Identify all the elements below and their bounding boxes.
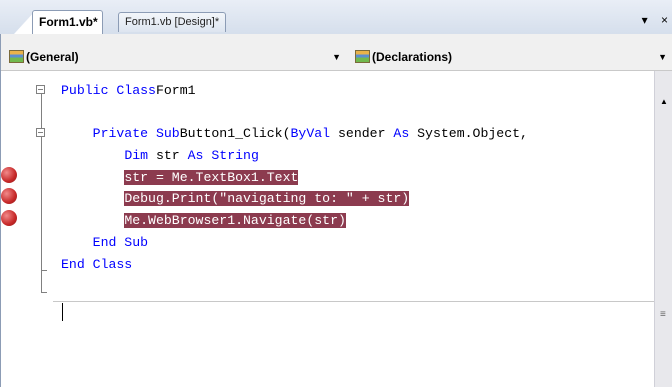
keyword-token: As	[187, 148, 204, 164]
outline-end-marker	[41, 292, 47, 293]
tab-list-dropdown-icon[interactable]: ▾	[642, 13, 648, 27]
outline-end-marker	[41, 270, 47, 271]
code-token: Debug.Print("navigating to: " + str)	[124, 191, 410, 207]
code-editor[interactable]: Public ClassForm1 Private SubButton1_Cli…	[1, 71, 655, 387]
document-tab-strip: Form1.vb* Form1.vb [Design]* ▾ ×	[0, 0, 672, 38]
scroll-grip-icon[interactable]: ≡	[660, 309, 666, 320]
collapse-sub-icon[interactable]	[36, 128, 45, 137]
code-line[interactable]: Dim str As String	[61, 145, 528, 167]
tabstrip-controls: ▾ ×	[632, 13, 668, 27]
scroll-up-icon[interactable]: ▲	[660, 97, 668, 106]
close-icon[interactable]: ×	[661, 13, 668, 27]
outline-line	[41, 94, 42, 292]
keyword-token: End Class	[61, 256, 133, 272]
code-line[interactable]: End Sub	[61, 232, 528, 254]
code-token: Me.WebBrowser1.Navigate(str)	[124, 213, 346, 229]
chevron-down-icon[interactable]: ▼	[658, 49, 667, 65]
code-line[interactable]: Debug.Print("navigating to: " + str)	[61, 188, 528, 210]
class-combo-value: (General)	[26, 50, 79, 64]
code-text[interactable]: Public ClassForm1 Private SubButton1_Cli…	[61, 80, 528, 275]
code-token: str	[148, 148, 188, 164]
tab-form1-design[interactable]: Form1.vb [Design]*	[118, 12, 227, 32]
code-tokens: End Class	[61, 257, 132, 272]
member-combo-value: (Declarations)	[372, 50, 453, 64]
tab-form1-code[interactable]: Form1.vb*	[32, 10, 103, 34]
procedure-separator	[53, 301, 655, 302]
method-name-combo[interactable]: (Declarations) ▼	[355, 49, 672, 65]
chevron-down-icon[interactable]: ▼	[332, 49, 341, 65]
code-token: sender	[330, 126, 394, 142]
keyword-token: As	[393, 126, 410, 142]
code-line[interactable]: Private SubButton1_Click(ByVal sender As…	[61, 123, 528, 145]
class-name-combo[interactable]: (General) ▼	[9, 49, 347, 65]
breakpoint-margin[interactable]	[1, 71, 19, 387]
keyword-token: Public Class	[61, 83, 156, 98]
code-tokens: Dim str As String	[124, 148, 259, 163]
member-icon	[355, 50, 370, 63]
keyword-token: String	[203, 148, 259, 164]
code-line[interactable]: Public ClassForm1	[61, 80, 528, 102]
vertical-scrollbar[interactable]: ▲ ≡	[654, 71, 672, 387]
class-icon	[9, 50, 24, 63]
code-token: str = Me.TextBox1.Text	[124, 169, 299, 185]
collapse-class-icon[interactable]	[36, 85, 45, 94]
breakpoint-highlight: str = Me.TextBox1.Text	[124, 169, 299, 185]
code-tokens: Public ClassForm1	[61, 83, 196, 98]
code-tokens: End Sub	[93, 235, 148, 250]
navigation-bar: (General) ▼ (Declarations) ▼	[1, 34, 672, 71]
code-line[interactable]: End Class	[61, 254, 528, 276]
code-tokens: Private SubButton1_Click(ByVal sender As…	[93, 126, 528, 141]
breakpoint-icon[interactable]	[1, 188, 17, 204]
breakpoint-highlight: Debug.Print("navigating to: " + str)	[124, 191, 410, 207]
breakpoint-icon[interactable]	[1, 167, 17, 183]
code-line[interactable]: Me.WebBrowser1.Navigate(str)	[61, 210, 528, 232]
code-editor-document: (General) ▼ (Declarations) ▼ Public Clas…	[0, 34, 672, 387]
code-token: Button1_Click(	[179, 126, 291, 142]
code-line[interactable]	[61, 102, 528, 124]
text-caret	[62, 303, 63, 321]
code-token: System.Object,	[409, 126, 528, 142]
keyword-token: Dim	[124, 148, 149, 164]
breakpoint-icon[interactable]	[1, 210, 17, 226]
keyword-token: Private Sub	[92, 126, 180, 142]
keyword-token: ByVal	[290, 126, 331, 142]
code-line[interactable]: str = Me.TextBox1.Text	[61, 167, 528, 189]
breakpoint-highlight: Me.WebBrowser1.Navigate(str)	[124, 213, 346, 229]
keyword-token: End Sub	[92, 234, 149, 250]
code-token: Form1	[155, 83, 196, 98]
